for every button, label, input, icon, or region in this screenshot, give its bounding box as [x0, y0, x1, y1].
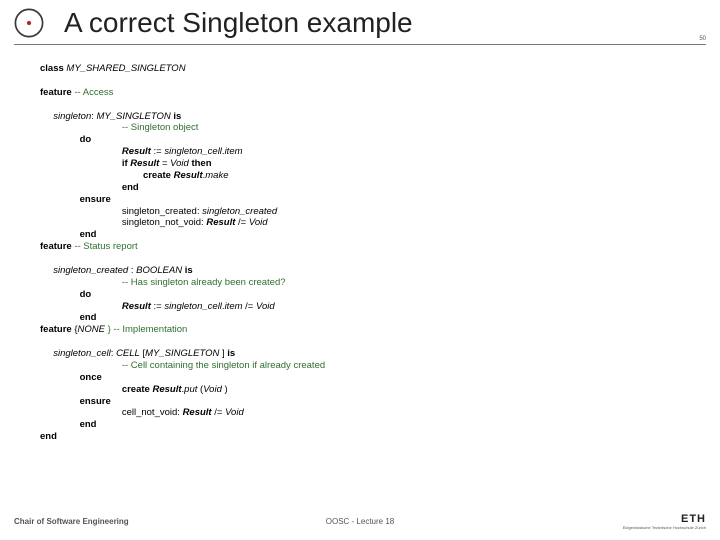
- slide: A correct Singleton example 50 class MY_…: [0, 0, 720, 540]
- code-body: class MY_SHARED_SINGLETON feature -- Acc…: [0, 45, 720, 443]
- eth-logo: ETH Eidgenössische Technische Hochschule…: [623, 514, 706, 530]
- footer-center: OOSC - Lecture 18: [0, 517, 720, 526]
- code-block: class MY_SHARED_SINGLETON feature -- Acc…: [40, 63, 706, 443]
- page-number: 50: [699, 36, 706, 42]
- header: A correct Singleton example: [0, 0, 720, 40]
- slide-title: A correct Singleton example: [64, 7, 413, 39]
- ring-dot-icon: [12, 6, 46, 40]
- eth-subtitle: Eidgenössische Technische Hochschule Zür…: [623, 526, 706, 530]
- eth-wordmark: ETH: [623, 514, 706, 525]
